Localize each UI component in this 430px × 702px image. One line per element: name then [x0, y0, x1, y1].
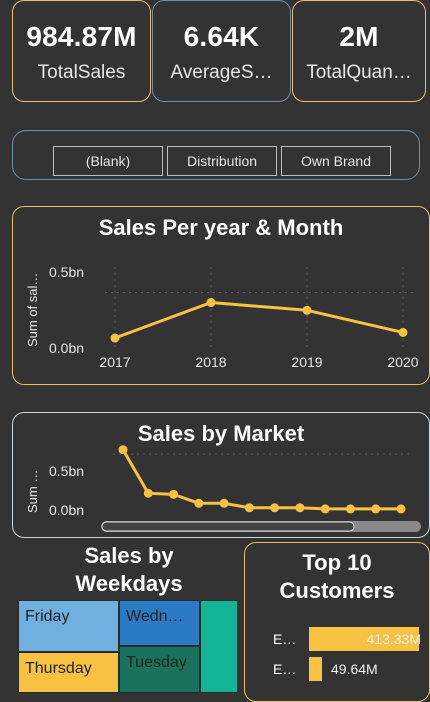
y-axis-label: Sum of sal…	[25, 273, 40, 347]
data-point	[194, 498, 204, 508]
kpi-value: 6.64K	[183, 21, 260, 52]
weekdays-title-line2: Weekdays	[75, 571, 183, 596]
bar-row[interactable]: E… 413.33M	[245, 627, 429, 651]
y-tick-label: 0.5bn	[49, 264, 84, 280]
treemap-cell-thursday[interactable]: Thursday	[18, 652, 119, 693]
data-point	[371, 504, 381, 514]
data-point	[118, 445, 128, 455]
kpi-card-total-quantity[interactable]: 2M TotalQuan…	[292, 0, 426, 102]
series-line	[121, 448, 401, 511]
sales-per-year-card: Sales Per year & Month Sum of sal… 0.5bn…	[12, 206, 430, 385]
top-customers-card: Top 10 Customers E… 413.33M E… 49.64M	[244, 542, 430, 702]
data-point	[244, 503, 254, 513]
y-tick-label: 0.0bn	[49, 502, 84, 518]
data-point	[398, 327, 408, 337]
weekdays-title-line1: Sales by	[84, 543, 174, 568]
bar-row[interactable]: E… 49.64M	[245, 657, 429, 681]
sales-per-year-chart: Sum of sal… 0.5bn 0.0bn 2017 2018 2019 2…	[25, 264, 419, 370]
treemap-cell-friday[interactable]: Friday	[18, 600, 119, 652]
series-line	[114, 301, 404, 340]
kpi-label: AverageS…	[170, 62, 273, 83]
data-point	[345, 504, 355, 514]
data-point	[302, 305, 312, 315]
sales-by-market-card: Sales by Market Sum … 0.5bn 0.0bn	[12, 412, 430, 538]
kpi-label: TotalSales	[37, 62, 126, 83]
slicer-option-own-brand[interactable]: Own Brand	[281, 146, 391, 176]
kpi-card-total-sales[interactable]: 984.87M TotalSales	[12, 0, 151, 102]
slicer-option-distribution[interactable]: Distribution	[167, 146, 277, 176]
kpi-card-average-sales[interactable]: 6.64K AverageS…	[152, 0, 291, 102]
weekdays-title: Sales by Weekdays	[20, 542, 238, 598]
kpi-label: TotalQuan…	[306, 62, 412, 83]
kpi-value: 2M	[339, 21, 379, 52]
data-point	[143, 488, 153, 498]
slicer-option-blank[interactable]: (Blank)	[53, 146, 163, 176]
x-tick-label: 2017	[99, 354, 130, 370]
top-customers-title-line2: Customers	[279, 578, 395, 603]
weekdays-treemap: Friday Wedn… Thursday Tuesday	[18, 600, 240, 693]
treemap-cell-extra[interactable]	[200, 600, 238, 693]
data-point	[320, 504, 330, 514]
x-tick-label: 2018	[195, 354, 226, 370]
top-customers-title: Top 10 Customers	[245, 549, 429, 605]
top-customers-title-line1: Top 10	[302, 550, 372, 575]
bar-value-label: 49.64M	[331, 661, 378, 677]
treemap-cell-wednesday[interactable]: Wedn…	[119, 600, 200, 646]
data-point	[169, 489, 179, 499]
y-axis-label: Sum …	[25, 470, 40, 513]
x-tick-label: 2020	[387, 354, 418, 370]
treemap-cell-tuesday[interactable]: Tuesday	[119, 646, 200, 693]
bar-category-label: E…	[273, 661, 297, 677]
data-point	[295, 503, 305, 513]
y-tick-label: 0.0bn	[49, 340, 84, 356]
bar-category-label: E…	[273, 631, 297, 647]
data-point	[206, 298, 216, 308]
data-point	[110, 333, 120, 343]
data-point	[270, 503, 280, 513]
data-point	[219, 498, 229, 508]
sales-by-market-chart: Sum … 0.5bn 0.0bn	[25, 445, 421, 532]
data-point	[396, 504, 406, 514]
x-tick-label: 2019	[291, 354, 322, 370]
scrollbar-thumb[interactable]	[101, 521, 355, 532]
y-tick-label: 0.5bn	[49, 463, 84, 479]
channel-slicer: (Blank) Distribution Own Brand	[12, 130, 420, 180]
bar	[309, 657, 323, 681]
kpi-value: 984.87M	[26, 21, 137, 52]
bar-value-label: 413.33M	[366, 631, 421, 647]
